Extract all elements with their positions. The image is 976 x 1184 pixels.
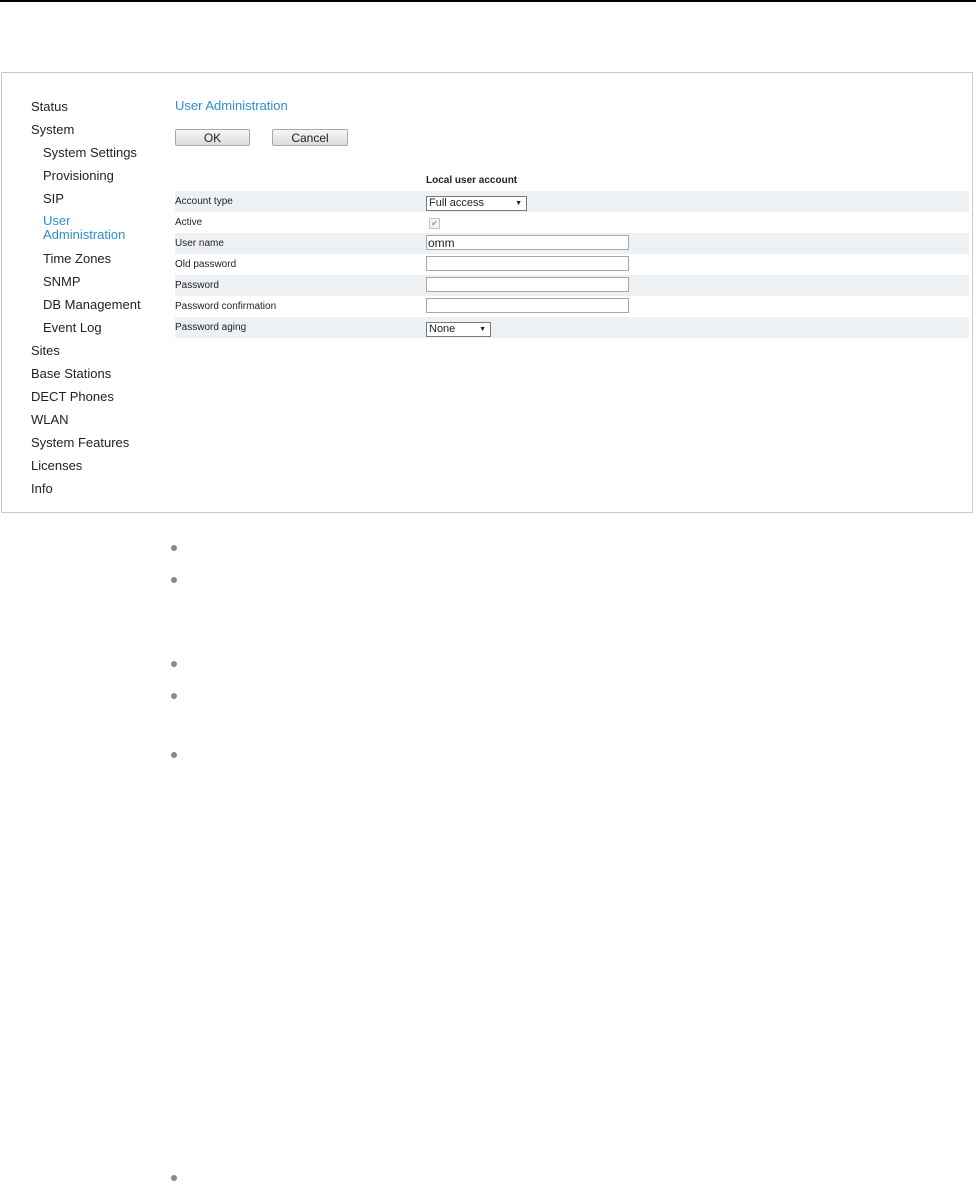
sidebar-item-info[interactable]: Info: [31, 477, 161, 500]
bullet-icon: [171, 1175, 177, 1181]
password-confirmation-input[interactable]: [426, 298, 629, 313]
page-title: User Administration: [175, 98, 288, 113]
user-name-label: User name: [175, 238, 224, 249]
form-row-user-name: User name: [175, 233, 969, 254]
password-aging-select[interactable]: None ▼: [426, 322, 491, 337]
password-aging-label: Password aging: [175, 322, 247, 333]
sidebar-item-status[interactable]: Status: [31, 95, 161, 118]
old-password-input[interactable]: [426, 256, 629, 271]
form-row-account-type: Account type Full access ▼: [175, 191, 969, 212]
sidebar-item-base-stations[interactable]: Base Stations: [31, 362, 161, 385]
sidebar-item-wlan[interactable]: WLAN: [31, 408, 161, 431]
checkmark-icon: ✔: [431, 219, 438, 228]
old-password-label: Old password: [175, 259, 237, 270]
form-row-password-aging: Password aging None ▼: [175, 317, 969, 338]
sidebar-item-sites[interactable]: Sites: [31, 339, 161, 362]
sidebar-item-db-management[interactable]: DB Management: [31, 293, 161, 316]
active-label: Active: [175, 217, 203, 228]
chevron-down-icon: ▼: [515, 200, 522, 207]
form-row-old-password: Old password: [175, 254, 969, 275]
admin-panel: Status System System Settings Provisioni…: [1, 72, 973, 513]
sidebar-item-system-features[interactable]: System Features: [31, 431, 161, 454]
sidebar-item-user-administration[interactable]: User Administration: [31, 210, 133, 247]
main-content: User Administration OK Cancel Local user …: [174, 95, 970, 338]
user-name-input[interactable]: [426, 235, 629, 250]
sidebar-item-snmp[interactable]: SNMP: [31, 270, 161, 293]
bullet-icon: [171, 693, 177, 699]
action-buttons: OK Cancel: [175, 129, 348, 147]
form-row-password-confirmation: Password confirmation: [175, 296, 969, 317]
password-label: Password: [175, 280, 219, 291]
sidebar-item-sip[interactable]: SIP: [31, 187, 161, 210]
sidebar-item-event-log[interactable]: Event Log: [31, 316, 161, 339]
sidebar-item-licenses[interactable]: Licenses: [31, 454, 161, 477]
sidebar-item-system[interactable]: System: [31, 118, 161, 141]
password-confirmation-label: Password confirmation: [175, 301, 277, 312]
sidebar-nav: Status System System Settings Provisioni…: [31, 95, 161, 500]
top-rule: [0, 0, 976, 2]
password-input[interactable]: [426, 277, 629, 292]
ok-button[interactable]: OK: [175, 129, 250, 146]
form-row-password: Password: [175, 275, 969, 296]
bullet-icon: [171, 545, 177, 551]
cancel-button[interactable]: Cancel: [272, 129, 348, 146]
sidebar-item-dect-phones[interactable]: DECT Phones: [31, 385, 161, 408]
chevron-down-icon: ▼: [479, 326, 486, 333]
password-aging-value: None: [429, 323, 456, 335]
active-checkbox[interactable]: ✔: [429, 218, 440, 229]
sidebar-item-time-zones[interactable]: Time Zones: [31, 247, 161, 270]
bullet-icon: [171, 577, 177, 583]
account-type-label: Account type: [175, 196, 233, 207]
sidebar-item-system-settings[interactable]: System Settings: [31, 141, 161, 164]
account-type-select[interactable]: Full access ▼: [426, 196, 527, 211]
bullet-icon: [171, 752, 177, 758]
bullet-icon: [171, 661, 177, 667]
account-type-value: Full access: [429, 197, 485, 209]
form-row-active: Active ✔: [175, 212, 969, 233]
section-header: Local user account: [426, 175, 518, 186]
user-account-form: Account type Full access ▼ Active ✔ User…: [175, 191, 969, 338]
sidebar-item-provisioning[interactable]: Provisioning: [31, 164, 161, 187]
